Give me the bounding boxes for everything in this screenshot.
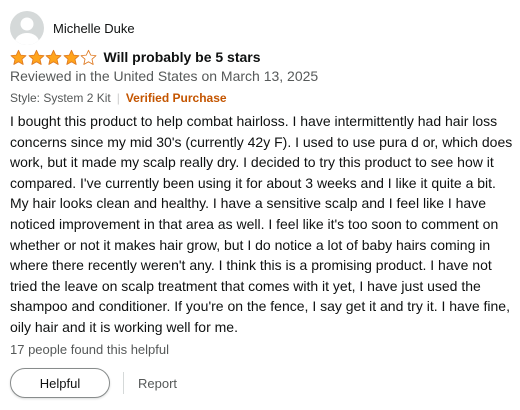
author-name[interactable]: Michelle Duke	[53, 21, 135, 36]
author-row: Michelle Duke	[10, 10, 135, 46]
rating-row: Will probably be 5 stars	[10, 47, 261, 67]
review-meta: Style: System 2 Kit | Verified Purchase	[10, 91, 227, 105]
report-link[interactable]: Report	[138, 376, 177, 391]
star-icon	[45, 49, 62, 65]
star-icon	[10, 49, 27, 65]
review-title[interactable]: Will probably be 5 stars	[104, 49, 261, 65]
star-icon	[63, 49, 79, 65]
helpful-button[interactable]: Helpful	[10, 368, 110, 398]
review-actions: Helpful Report	[10, 368, 177, 398]
verified-purchase-badge: Verified Purchase	[125, 91, 227, 105]
meta-separator: |	[116, 91, 120, 105]
default-avatar-icon	[10, 11, 44, 45]
style-variant[interactable]: Style: System 2 Kit	[10, 91, 111, 105]
review-body: I bought this product to help combat hai…	[10, 113, 513, 335]
customer-review: Michelle Duke Will probably be 5 stars R…	[0, 0, 520, 410]
review-date: Reviewed in the United States on March 1…	[10, 68, 319, 84]
star-rating[interactable]	[10, 49, 98, 66]
helpful-count: 17 people found this helpful	[10, 342, 170, 357]
actions-divider	[123, 372, 124, 394]
star-icon	[80, 49, 97, 65]
star-icon	[28, 49, 44, 65]
